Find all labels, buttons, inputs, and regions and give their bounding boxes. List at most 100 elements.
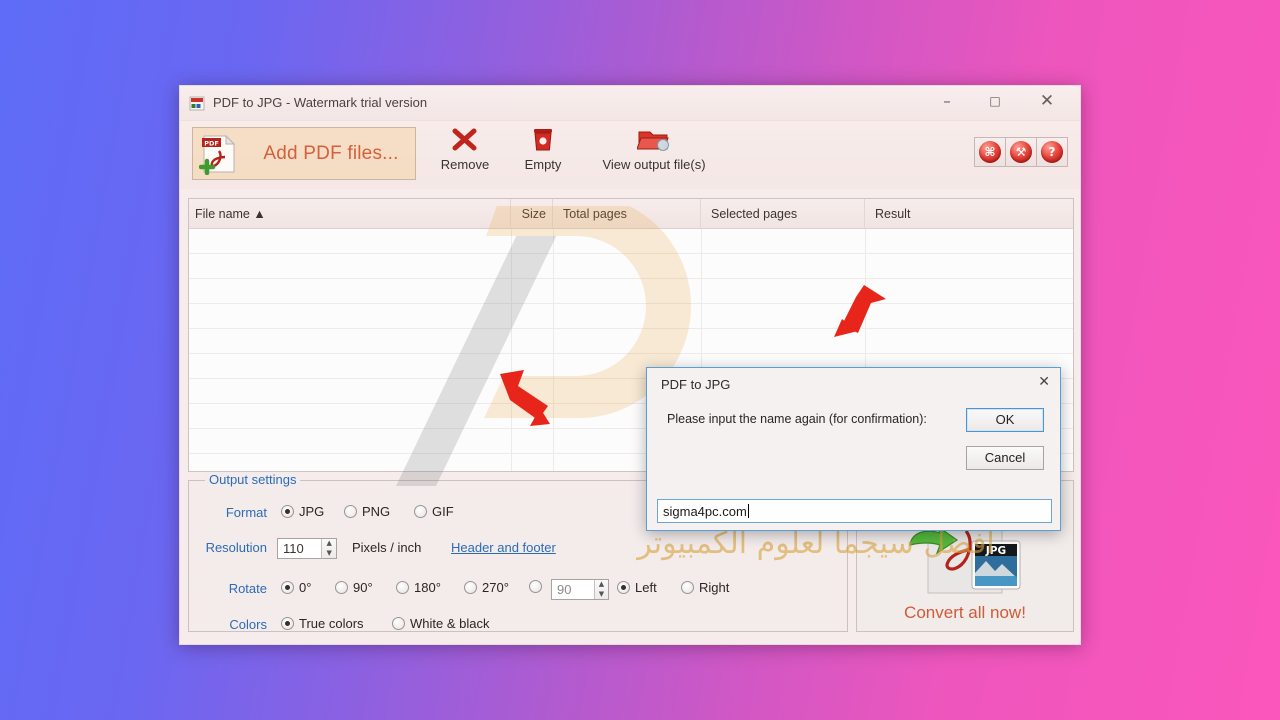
rotate-custom-stepper[interactable]: 90 ▲ ▼ — [551, 579, 609, 600]
empty-button[interactable]: Empty — [510, 126, 576, 184]
rotate-option-90-label: 90° — [353, 580, 373, 595]
colors-option-true-colors[interactable]: True colors — [281, 616, 364, 631]
help-icon: ? — [1041, 141, 1063, 163]
table-row[interactable] — [189, 254, 1073, 279]
rotate-option-180[interactable]: 180° — [396, 580, 441, 595]
resolution-row: Resolution 110 ▲ ▼ Pixels / inch Header a… — [189, 538, 847, 560]
register-button[interactable]: ⌘ — [974, 137, 1006, 167]
radio-dot — [529, 580, 542, 593]
rotate-option-270[interactable]: 270° — [464, 580, 509, 595]
format-label: Format — [225, 505, 267, 520]
column-header-result[interactable]: Result — [865, 199, 1073, 228]
close-icon[interactable]: ✕ — [1024, 86, 1070, 116]
dialog-ok-button[interactable]: OK — [966, 408, 1044, 432]
rotate-direction-left[interactable]: Left — [617, 580, 657, 595]
file-list-header: File name ▲ Size Total pages Selected pa… — [189, 199, 1073, 229]
view-output-files-button[interactable]: View output file(s) — [584, 126, 724, 184]
rotate-option-custom[interactable] — [529, 580, 542, 593]
radio-dot — [681, 581, 694, 594]
title-bar: PDF to JPG - Watermark trial version – □… — [180, 86, 1080, 121]
table-row[interactable] — [189, 279, 1073, 304]
rotate-custom-value[interactable]: 90 — [552, 580, 594, 599]
column-header-total-pages[interactable]: Total pages — [553, 199, 701, 228]
colors-option-white-black-label: White & black — [410, 616, 490, 631]
radio-dot — [281, 505, 294, 518]
radio-dot — [414, 505, 427, 518]
rotate-label: Rotate — [228, 581, 267, 596]
settings-button[interactable]: ⚒ — [1005, 137, 1037, 167]
confirmation-dialog: PDF to JPG ✕ Please input the name again… — [646, 367, 1061, 531]
svg-text:PDF: PDF — [204, 139, 219, 147]
output-settings-legend: Output settings — [205, 472, 301, 487]
rotate-option-90[interactable]: 90° — [335, 580, 373, 595]
rotate-direction-left-label: Left — [635, 580, 657, 595]
colors-option-white-black[interactable]: White & black — [392, 616, 489, 631]
table-row[interactable] — [189, 304, 1073, 329]
table-row[interactable] — [189, 329, 1073, 354]
convert-all-now-label: Convert all now! — [904, 603, 1026, 622]
register-icon: ⌘ — [979, 141, 1001, 163]
toolbar-right-buttons: ⌘ ⚒ ? — [974, 137, 1068, 167]
radio-dot — [344, 505, 357, 518]
radio-dot — [281, 617, 294, 630]
rotate-option-270-label: 270° — [482, 580, 509, 595]
trash-can-icon — [534, 129, 552, 151]
jpg-badge-label: JPG — [985, 545, 1006, 557]
red-x-icon — [452, 128, 477, 151]
radio-dot — [464, 581, 477, 594]
radio-dot — [396, 581, 409, 594]
desktop-background: PDF to JPG - Watermark trial version – □… — [0, 0, 1280, 720]
dialog-close-icon[interactable]: ✕ — [1038, 374, 1050, 390]
rotate-option-0[interactable]: 0° — [281, 580, 311, 595]
column-header-selected-pages[interactable]: Selected pages — [701, 199, 865, 228]
format-option-gif-label: GIF — [432, 504, 454, 519]
colors-label: Colors — [229, 617, 267, 632]
settings-icon: ⚒ — [1010, 141, 1032, 163]
format-option-jpg-label: JPG — [299, 504, 325, 519]
format-option-png[interactable]: PNG — [344, 504, 390, 519]
open-folder-search-icon — [637, 131, 669, 151]
dialog-prompt: Please input the name again (for confirm… — [667, 412, 927, 426]
dialog-cancel-button[interactable]: Cancel — [966, 446, 1044, 470]
format-option-png-label: PNG — [362, 504, 391, 519]
radio-dot — [617, 581, 630, 594]
resolution-value[interactable]: 110 — [278, 539, 321, 558]
empty-label: Empty — [524, 157, 562, 172]
format-option-jpg[interactable]: JPG — [281, 504, 324, 519]
column-divider — [511, 229, 512, 471]
add-pdf-files-button[interactable]: PDF Add PDF files... — [192, 127, 416, 180]
resolution-label: Resolution — [205, 540, 267, 555]
rotate-option-180-label: 180° — [414, 580, 441, 595]
window-title: PDF to JPG - Watermark trial version — [213, 95, 428, 110]
minimize-icon[interactable]: – — [924, 86, 970, 116]
rotate-option-0-label: 0° — [299, 580, 312, 595]
help-button[interactable]: ? — [1036, 137, 1068, 167]
format-option-gif[interactable]: GIF — [414, 504, 454, 519]
remove-button[interactable]: Remove — [428, 126, 502, 184]
toolbar: PDF Add PDF files... Remove Empty View o… — [180, 121, 1080, 189]
resolution-stepper[interactable]: 110 ▲ ▼ — [277, 538, 337, 559]
add-pdf-files-label: Add PDF files... — [263, 142, 399, 164]
stepper-arrows[interactable]: ▲ ▼ — [593, 580, 608, 599]
rotate-row: Rotate 0° 90° 180° 270° 90 ▲ ▼ Left Righ… — [189, 579, 847, 601]
rotate-direction-right[interactable]: Right — [681, 580, 729, 595]
column-header-file-name[interactable]: File name ▲ — [189, 199, 511, 228]
dialog-name-input-value: sigma4pc.com — [663, 503, 747, 519]
colors-row: Colors True colors White & black — [189, 615, 847, 637]
maximize-icon[interactable]: □ — [972, 86, 1018, 116]
radio-dot — [392, 617, 405, 630]
pdf-to-jpg-app-icon — [189, 96, 205, 111]
resolution-units: Pixels / inch — [352, 540, 422, 555]
view-output-files-label: View output file(s) — [602, 157, 706, 172]
dialog-name-input[interactable]: sigma4pc.com — [657, 499, 1052, 523]
radio-dot — [281, 581, 294, 594]
column-header-size[interactable]: Size — [511, 199, 553, 228]
header-and-footer-link[interactable]: Header and footer — [451, 540, 556, 555]
rotate-direction-right-label: Right — [699, 580, 730, 595]
stepper-arrows[interactable]: ▲ ▼ — [321, 539, 336, 558]
dialog-title: PDF to JPG — [661, 377, 731, 392]
add-pdf-file-icon: PDF — [199, 134, 236, 175]
table-row[interactable] — [189, 229, 1073, 254]
radio-dot — [335, 581, 348, 594]
application-window: PDF to JPG - Watermark trial version – □… — [179, 85, 1081, 645]
